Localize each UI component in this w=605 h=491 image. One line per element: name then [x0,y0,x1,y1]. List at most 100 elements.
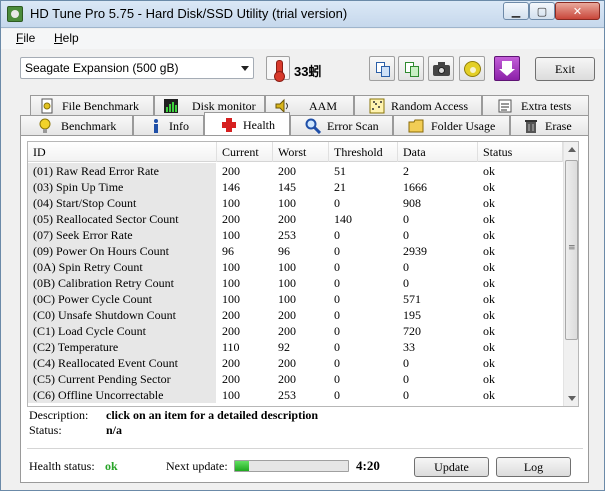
table-cell: 0 [334,372,340,386]
health-status-value: ok [105,459,118,473]
table-cell: (05) Reallocated Sector Count [28,211,216,227]
table-row[interactable]: (05) Reallocated Sector Count 200 200 140 0 o… [28,211,563,227]
next-update-label: Next update: [166,459,228,473]
tab-extra-tests[interactable]: Extra tests [482,95,589,115]
table-row[interactable]: (03) Spin Up Time 146 145 21 1666 ok [28,179,563,195]
table-cell: (C6) Offline Uncorrectable [28,387,216,403]
table-cell: 200 [222,356,240,370]
table-cell: (0B) Calibration Retry Count [28,275,216,291]
tab-error-scan[interactable]: Error Scan [290,115,393,135]
menu-file[interactable]: File [16,31,35,45]
table-cell: 100 [222,196,240,210]
table-cell: 0 [334,244,340,258]
tab-label: File Benchmark [62,99,139,113]
chevron-down-icon [241,66,249,71]
exit-button[interactable]: Exit [535,57,595,81]
tab-info[interactable]: Info [133,115,204,135]
table-cell: 100 [222,228,240,242]
table-cell: 92 [278,340,290,354]
table-cell: 0 [403,388,409,402]
table-cell: 200 [278,212,296,226]
table-row[interactable]: (0B) Calibration Retry Count 100 100 0 0 ok [28,275,563,291]
save-icon-arrow [499,69,515,76]
copy-screen-button[interactable] [398,56,424,81]
table-row[interactable]: (C4) Reallocated Event Count 200 200 0 0 ok [28,355,563,371]
menu-help[interactable]: Help [54,31,79,45]
table-row[interactable]: (09) Power On Hours Count 96 96 0 2939 ok [28,243,563,259]
column-header[interactable]: Status [478,142,563,162]
table-cell: 145 [278,180,296,194]
scrollbar-thumb[interactable] [565,160,578,340]
table-cell: ok [483,308,495,322]
table-cell: (07) Seek Error Rate [28,227,216,243]
column-header[interactable]: ID [28,142,217,162]
table-row[interactable]: (C2) Temperature 110 92 0 33 ok [28,339,563,355]
table-row[interactable]: (C1) Load Cycle Count 200 200 0 720 ok [28,323,563,339]
maximize-button[interactable]: ▢ [529,2,555,20]
column-header[interactable]: Data [398,142,478,162]
info-icon [148,118,164,134]
tab-label: Erase [545,119,572,133]
table-cell: 200 [222,308,240,322]
save-button[interactable] [494,56,520,81]
table-cell: 51 [334,164,346,178]
tab-file-benchmark[interactable]: File Benchmark [30,95,154,115]
tab-random-access[interactable]: Random Access [354,95,482,115]
tab-health[interactable]: Health [204,112,290,135]
update-button[interactable]: Update [414,457,489,477]
close-button[interactable]: ✕ [555,2,600,20]
scroll-up-icon[interactable] [564,142,578,158]
table-row[interactable]: (C5) Current Pending Sector 200 200 0 0 ok [28,371,563,387]
drive-select[interactable]: Seagate Expansion (500 gB) [20,57,254,79]
maximize-icon: ▢ [536,4,548,18]
table-cell: 720 [403,324,421,338]
column-header[interactable]: Threshold [329,142,398,162]
table-cell: 195 [403,308,421,322]
update-progress-bar [234,460,349,472]
table-cell: 100 [222,388,240,402]
random-access-icon [369,98,385,114]
column-header[interactable]: Worst [273,142,329,162]
table-cell: 100 [222,260,240,274]
table-cell: 0 [334,276,340,290]
smart-table[interactable]: ID Current Worst Threshold Data Status (… [27,141,579,407]
table-cell: 571 [403,292,421,306]
table-row[interactable]: (07) Seek Error Rate 100 253 0 0 ok [28,227,563,243]
minimize-button[interactable]: ▁ [503,2,529,20]
table-cell: 0 [334,196,340,210]
health-status-label: Health status: [29,459,95,473]
table-cell: 0 [334,340,340,354]
table-row[interactable]: (C0) Unsafe Shutdown Count 200 200 0 195 ok [28,307,563,323]
table-cell: ok [483,212,495,226]
options-icon-center [470,67,476,73]
table-row[interactable]: (0C) Power Cycle Count 100 100 0 571 ok [28,291,563,307]
camera-icon-lens [438,67,445,74]
title-bar[interactable]: HD Tune Pro 5.75 - Hard Disk/SSD Utility… [1,1,604,28]
table-row[interactable]: (C6) Offline Uncorrectable 100 253 0 0 ok [28,387,563,403]
copy-text-button[interactable] [369,56,395,81]
scroll-down-icon[interactable] [564,390,578,406]
table-cell: 0 [403,356,409,370]
copy-text-icon-back [381,66,390,77]
column-header[interactable]: Current [217,142,273,162]
table-cell: 96 [278,244,290,258]
temperature-value: 33蚓 [294,64,322,79]
options-button[interactable] [459,56,485,81]
table-cell: 0 [403,212,409,226]
table-row[interactable]: (01) Raw Read Error Rate 200 200 51 2 ok [28,163,563,179]
log-button[interactable]: Log [496,457,571,477]
table-cell: ok [483,372,495,386]
screenshot-button[interactable] [428,56,454,81]
tab-benchmark[interactable]: Benchmark [20,115,133,135]
table-row[interactable]: (04) Start/Stop Count 100 100 0 908 ok [28,195,563,211]
tab-folder-usage[interactable]: Folder Usage [393,115,510,135]
table-cell: 0 [403,260,409,274]
table-cell: (01) Raw Read Error Rate [28,163,216,179]
table-scrollbar[interactable] [563,142,578,406]
tab-erase[interactable]: Erase [510,115,589,135]
table-row[interactable]: (0A) Spin Retry Count 100 100 0 0 ok [28,259,563,275]
table-cell: 253 [278,228,296,242]
app-window: HD Tune Pro 5.75 - Hard Disk/SSD Utility… [0,0,605,491]
table-cell: 96 [222,244,234,258]
table-cell: (C2) Temperature [28,339,216,355]
